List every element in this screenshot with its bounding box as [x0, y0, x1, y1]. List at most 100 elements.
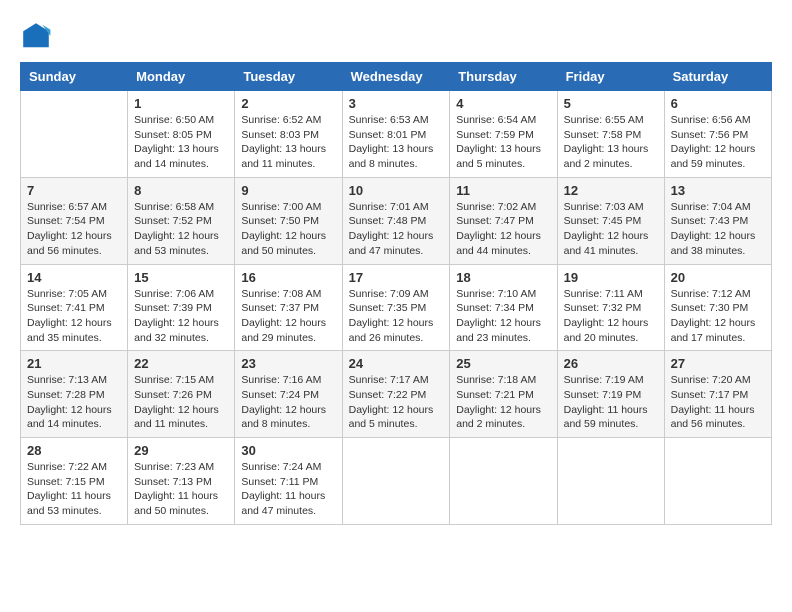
calendar-cell: 12 Sunrise: 7:03 AM Sunset: 7:45 PM Dayli… — [557, 177, 664, 264]
day-header-saturday: Saturday — [664, 63, 771, 91]
calendar-cell: 10Sunrise: 7:01 AM Sunset: 7:48 PM Dayli… — [342, 177, 450, 264]
day-number: 28 — [27, 443, 121, 458]
day-info: Sunrise: 7:24 AM Sunset: 7:11 PM Dayligh… — [241, 460, 335, 519]
calendar-cell: 16 Sunrise: 7:08 AM Sunset: 7:37 PM Dayli… — [235, 264, 342, 351]
calendar-cell: 28 Sunrise: 7:22 AM Sunset: 7:15 PM Dayli… — [21, 438, 128, 525]
calendar-cell: 29 Sunrise: 7:23 AM Sunset: 7:13 PM Dayli… — [128, 438, 235, 525]
day-info: Sunrise: 7:22 AM Sunset: 7:15 PM Dayligh… — [27, 460, 121, 519]
calendar-cell: 19 Sunrise: 7:11 AM Sunset: 7:32 PM Dayli… — [557, 264, 664, 351]
day-header-thursday: Thursday — [450, 63, 557, 91]
day-number: 14 — [27, 270, 121, 285]
day-number: 17 — [349, 270, 444, 285]
day-info: Sunrise: 7:11 AM Sunset: 7:32 PM Dayligh… — [564, 287, 658, 346]
calendar-cell — [450, 438, 557, 525]
calendar-week-1: 1 Sunrise: 6:50 AM Sunset: 8:05 PM Daylig… — [21, 91, 772, 178]
calendar-cell: 9 Sunrise: 7:00 AM Sunset: 7:50 PM Daylig… — [235, 177, 342, 264]
day-number: 16 — [241, 270, 335, 285]
calendar-cell: 30 Sunrise: 7:24 AM Sunset: 7:11 PM Dayli… — [235, 438, 342, 525]
calendar-cell — [21, 91, 128, 178]
header-row: SundayMondayTuesdayWednesdayThursdayFrid… — [21, 63, 772, 91]
day-info: Sunrise: 6:57 AM Sunset: 7:54 PM Dayligh… — [27, 200, 121, 259]
day-number: 25 — [456, 356, 550, 371]
day-info: Sunrise: 6:50 AM Sunset: 8:05 PM Dayligh… — [134, 113, 228, 172]
day-info: Sunrise: 6:55 AM Sunset: 7:58 PM Dayligh… — [564, 113, 658, 172]
day-info: Sunrise: 7:02 AM Sunset: 7:47 PM Dayligh… — [456, 200, 550, 259]
day-info: Sunrise: 6:58 AM Sunset: 7:52 PM Dayligh… — [134, 200, 228, 259]
header — [20, 20, 772, 52]
day-info: Sunrise: 7:12 AM Sunset: 7:30 PM Dayligh… — [671, 287, 765, 346]
day-number: 3 — [349, 96, 444, 111]
day-info: Sunrise: 6:52 AM Sunset: 8:03 PM Dayligh… — [241, 113, 335, 172]
calendar-cell — [557, 438, 664, 525]
calendar-cell: 22 Sunrise: 7:15 AM Sunset: 7:26 PM Dayli… — [128, 351, 235, 438]
day-info: Sunrise: 7:16 AM Sunset: 7:24 PM Dayligh… — [241, 373, 335, 432]
day-number: 5 — [564, 96, 658, 111]
calendar-cell: 25 Sunrise: 7:18 AM Sunset: 7:21 PM Dayli… — [450, 351, 557, 438]
calendar-cell: 2 Sunrise: 6:52 AM Sunset: 8:03 PM Daylig… — [235, 91, 342, 178]
calendar-week-3: 14 Sunrise: 7:05 AM Sunset: 7:41 PM Dayli… — [21, 264, 772, 351]
day-number: 2 — [241, 96, 335, 111]
day-info: Sunrise: 7:05 AM Sunset: 7:41 PM Dayligh… — [27, 287, 121, 346]
day-info: Sunrise: 7:06 AM Sunset: 7:39 PM Dayligh… — [134, 287, 228, 346]
calendar-cell: 7 Sunrise: 6:57 AM Sunset: 7:54 PM Daylig… — [21, 177, 128, 264]
day-number: 6 — [671, 96, 765, 111]
day-number: 12 — [564, 183, 658, 198]
calendar-cell: 3 Sunrise: 6:53 AM Sunset: 8:01 PM Daylig… — [342, 91, 450, 178]
calendar-cell: 14 Sunrise: 7:05 AM Sunset: 7:41 PM Dayli… — [21, 264, 128, 351]
day-number: 11 — [456, 183, 550, 198]
day-info: Sunrise: 7:19 AM Sunset: 7:19 PM Dayligh… — [564, 373, 658, 432]
day-number: 13 — [671, 183, 765, 198]
day-number: 23 — [241, 356, 335, 371]
calendar-cell: 23 Sunrise: 7:16 AM Sunset: 7:24 PM Dayli… — [235, 351, 342, 438]
day-number: 20 — [671, 270, 765, 285]
day-info: Sunrise: 7:00 AM Sunset: 7:50 PM Dayligh… — [241, 200, 335, 259]
day-number: 9 — [241, 183, 335, 198]
calendar-cell: 24Sunrise: 7:17 AM Sunset: 7:22 PM Dayli… — [342, 351, 450, 438]
day-info: Sunrise: 7:13 AM Sunset: 7:28 PM Dayligh… — [27, 373, 121, 432]
day-number: 4 — [456, 96, 550, 111]
calendar-cell: 4Sunrise: 6:54 AM Sunset: 7:59 PM Daylig… — [450, 91, 557, 178]
day-header-friday: Friday — [557, 63, 664, 91]
calendar-cell — [664, 438, 771, 525]
day-number: 29 — [134, 443, 228, 458]
day-info: Sunrise: 7:03 AM Sunset: 7:45 PM Dayligh… — [564, 200, 658, 259]
day-number: 8 — [134, 183, 228, 198]
day-number: 26 — [564, 356, 658, 371]
calendar-cell: 27 Sunrise: 7:20 AM Sunset: 7:17 PM Dayli… — [664, 351, 771, 438]
day-number: 30 — [241, 443, 335, 458]
calendar-cell: 13 Sunrise: 7:04 AM Sunset: 7:43 PM Dayli… — [664, 177, 771, 264]
day-info: Sunrise: 7:15 AM Sunset: 7:26 PM Dayligh… — [134, 373, 228, 432]
calendar-week-2: 7 Sunrise: 6:57 AM Sunset: 7:54 PM Daylig… — [21, 177, 772, 264]
day-header-sunday: Sunday — [21, 63, 128, 91]
day-info: Sunrise: 7:10 AM Sunset: 7:34 PM Dayligh… — [456, 287, 550, 346]
day-number: 22 — [134, 356, 228, 371]
day-info: Sunrise: 7:17 AM Sunset: 7:22 PM Dayligh… — [349, 373, 444, 432]
day-number: 18 — [456, 270, 550, 285]
day-info: Sunrise: 7:09 AM Sunset: 7:35 PM Dayligh… — [349, 287, 444, 346]
day-number: 19 — [564, 270, 658, 285]
day-info: Sunrise: 7:01 AM Sunset: 7:48 PM Dayligh… — [349, 200, 444, 259]
calendar-cell: 1 Sunrise: 6:50 AM Sunset: 8:05 PM Daylig… — [128, 91, 235, 178]
day-number: 15 — [134, 270, 228, 285]
calendar-cell — [342, 438, 450, 525]
logo-icon — [20, 20, 52, 52]
day-header-tuesday: Tuesday — [235, 63, 342, 91]
calendar-cell: 15 Sunrise: 7:06 AM Sunset: 7:39 PM Dayli… — [128, 264, 235, 351]
day-header-wednesday: Wednesday — [342, 63, 450, 91]
day-info: Sunrise: 7:04 AM Sunset: 7:43 PM Dayligh… — [671, 200, 765, 259]
calendar-table: SundayMondayTuesdayWednesdayThursdayFrid… — [20, 62, 772, 525]
day-header-monday: Monday — [128, 63, 235, 91]
day-info: Sunrise: 7:18 AM Sunset: 7:21 PM Dayligh… — [456, 373, 550, 432]
day-info: Sunrise: 7:20 AM Sunset: 7:17 PM Dayligh… — [671, 373, 765, 432]
day-info: Sunrise: 7:08 AM Sunset: 7:37 PM Dayligh… — [241, 287, 335, 346]
calendar-cell: 6Sunrise: 6:56 AM Sunset: 7:56 PM Daylig… — [664, 91, 771, 178]
calendar-cell: 11 Sunrise: 7:02 AM Sunset: 7:47 PM Dayli… — [450, 177, 557, 264]
calendar-cell: 21Sunrise: 7:13 AM Sunset: 7:28 PM Dayli… — [21, 351, 128, 438]
day-info: Sunrise: 7:23 AM Sunset: 7:13 PM Dayligh… — [134, 460, 228, 519]
day-info: Sunrise: 6:53 AM Sunset: 8:01 PM Dayligh… — [349, 113, 444, 172]
calendar-cell: 26 Sunrise: 7:19 AM Sunset: 7:19 PM Dayli… — [557, 351, 664, 438]
day-number: 27 — [671, 356, 765, 371]
day-number: 7 — [27, 183, 121, 198]
logo — [20, 20, 58, 52]
day-number: 1 — [134, 96, 228, 111]
